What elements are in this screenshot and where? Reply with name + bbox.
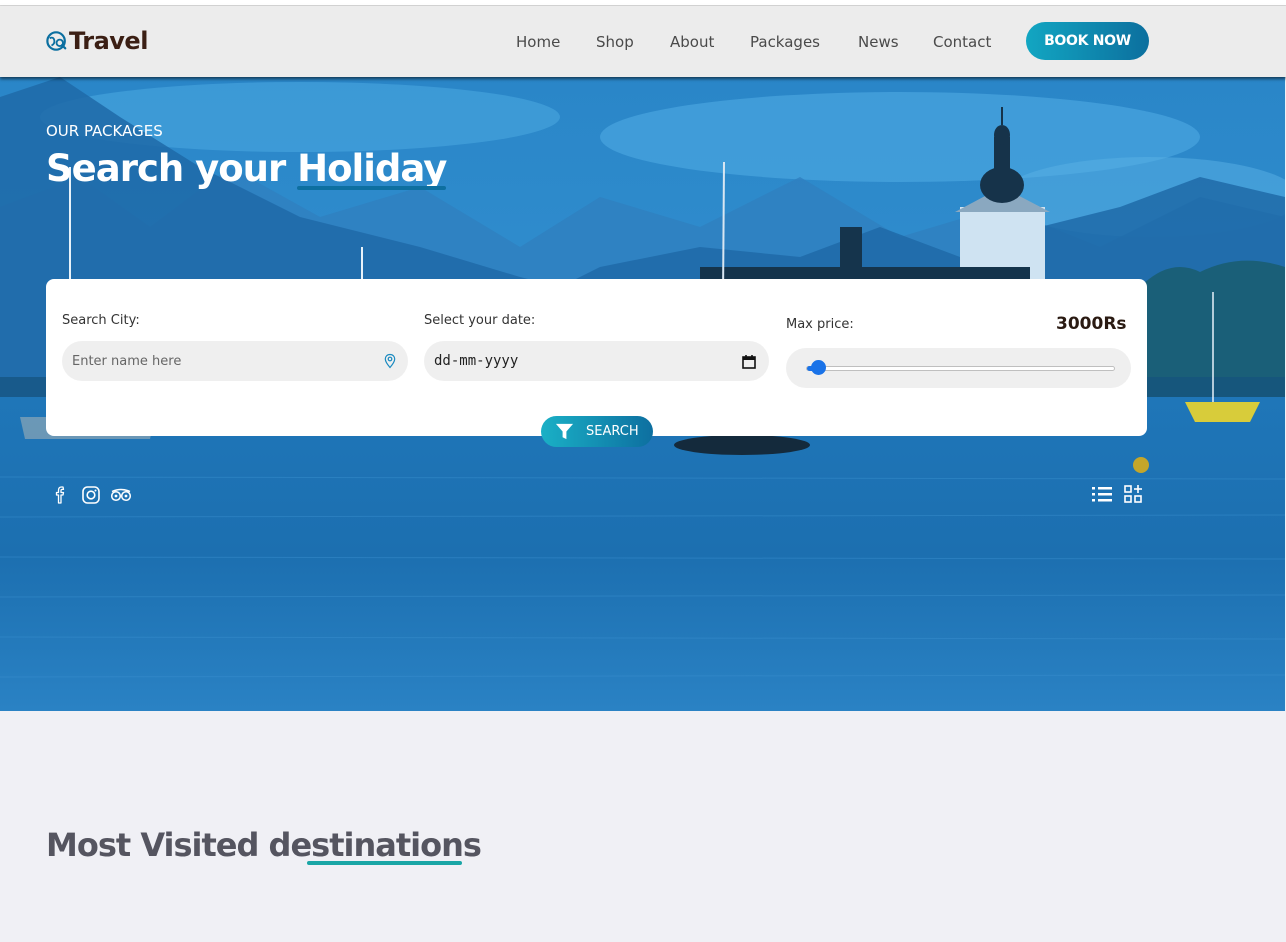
search-button-label: SEARCH (586, 424, 639, 439)
hero-title-highlight: Holiday (297, 147, 447, 190)
section-title-text: Most Visited des (46, 826, 330, 864)
city-label: Search City: (62, 313, 140, 328)
hero-kicker: OUR PACKAGES (46, 122, 163, 140)
city-input[interactable]: Enter name here (62, 341, 408, 381)
facebook-icon[interactable] (51, 485, 71, 505)
navbar: Travel Home Shop About Packages News Con… (0, 6, 1286, 77)
nav-link-shop[interactable]: Shop (596, 33, 634, 51)
list-view-icon[interactable] (1091, 484, 1113, 504)
filter-icon (555, 423, 574, 440)
calendar-icon[interactable] (741, 354, 757, 370)
date-value: dd-mm-yyyy (434, 353, 519, 369)
price-slider[interactable] (786, 348, 1131, 388)
tripadvisor-icon[interactable] (110, 485, 132, 505)
nav-link-about[interactable]: About (670, 33, 714, 51)
hero-title: Search your Holiday (46, 147, 447, 190)
price-label: Max price: (786, 317, 854, 332)
section-title-underline (307, 861, 462, 865)
grid-view-icon[interactable] (1122, 484, 1144, 504)
slider-track (806, 366, 1115, 371)
nav-link-news[interactable]: News (858, 33, 899, 51)
search-form: Search City: Enter name here Select your… (46, 279, 1147, 447)
nav-link-packages[interactable]: Packages (750, 33, 820, 51)
section-title-highlight: tinations (329, 826, 482, 864)
brand-logo[interactable]: Travel (46, 27, 148, 55)
hero-section: OUR PACKAGES Search your Holiday Search … (0, 77, 1285, 711)
brand-name: Travel (69, 27, 148, 55)
book-now-button[interactable]: BOOK NOW (1026, 22, 1149, 60)
location-pin-icon (384, 353, 396, 369)
section-title-most-visited: Most Visited destinations (46, 826, 482, 864)
hero-title-text: Search your (46, 147, 298, 190)
globe-search-icon (46, 31, 67, 51)
nav-link-contact[interactable]: Contact (933, 33, 991, 51)
slider-thumb[interactable] (810, 360, 826, 375)
price-value: 3000Rs (1056, 314, 1127, 334)
date-input[interactable]: dd-mm-yyyy (424, 341, 769, 381)
search-button[interactable]: SEARCH (541, 416, 653, 447)
city-placeholder: Enter name here (72, 353, 182, 369)
instagram-icon[interactable] (81, 485, 101, 505)
nav-link-home[interactable]: Home (516, 33, 560, 51)
date-label: Select your date: (424, 313, 536, 328)
